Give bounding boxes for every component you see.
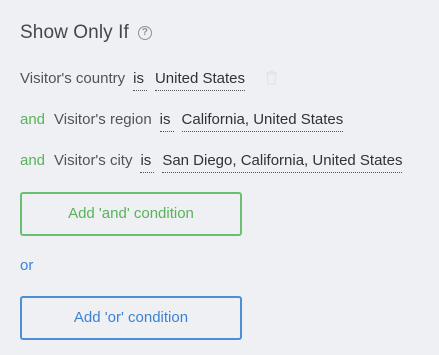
condition-row: and Visitor's region is California, Unit…	[20, 111, 344, 132]
condition-value[interactable]: United States	[154, 70, 246, 91]
condition-operator[interactable]: is	[133, 70, 147, 91]
condition-operator[interactable]: is	[140, 152, 155, 173]
add-or-condition-button[interactable]: Add 'or' condition	[20, 296, 242, 340]
condition-row: Visitor's country is United States	[20, 68, 278, 91]
condition-operator[interactable]: is	[159, 111, 174, 132]
condition-value[interactable]: San Diego, California, United States	[162, 152, 403, 173]
condition-conjunction: and	[20, 111, 46, 128]
condition-field[interactable]: Visitor's region	[54, 111, 152, 128]
condition-field[interactable]: Visitor's city	[54, 152, 132, 169]
trash-icon[interactable]	[265, 70, 278, 89]
condition-value[interactable]: California, United States	[181, 111, 344, 132]
add-and-condition-button[interactable]: Add 'and' condition	[20, 192, 242, 236]
condition-field[interactable]: Visitor's country	[20, 70, 125, 87]
section-header: Show Only If ?	[20, 22, 152, 44]
or-separator-label: or	[20, 257, 34, 274]
section-title: Show Only If	[20, 22, 129, 43]
question-circle-icon[interactable]: ?	[137, 26, 152, 40]
condition-row: and Visitor's city is San Diego, Califor…	[20, 152, 403, 173]
condition-conjunction: and	[20, 152, 46, 169]
